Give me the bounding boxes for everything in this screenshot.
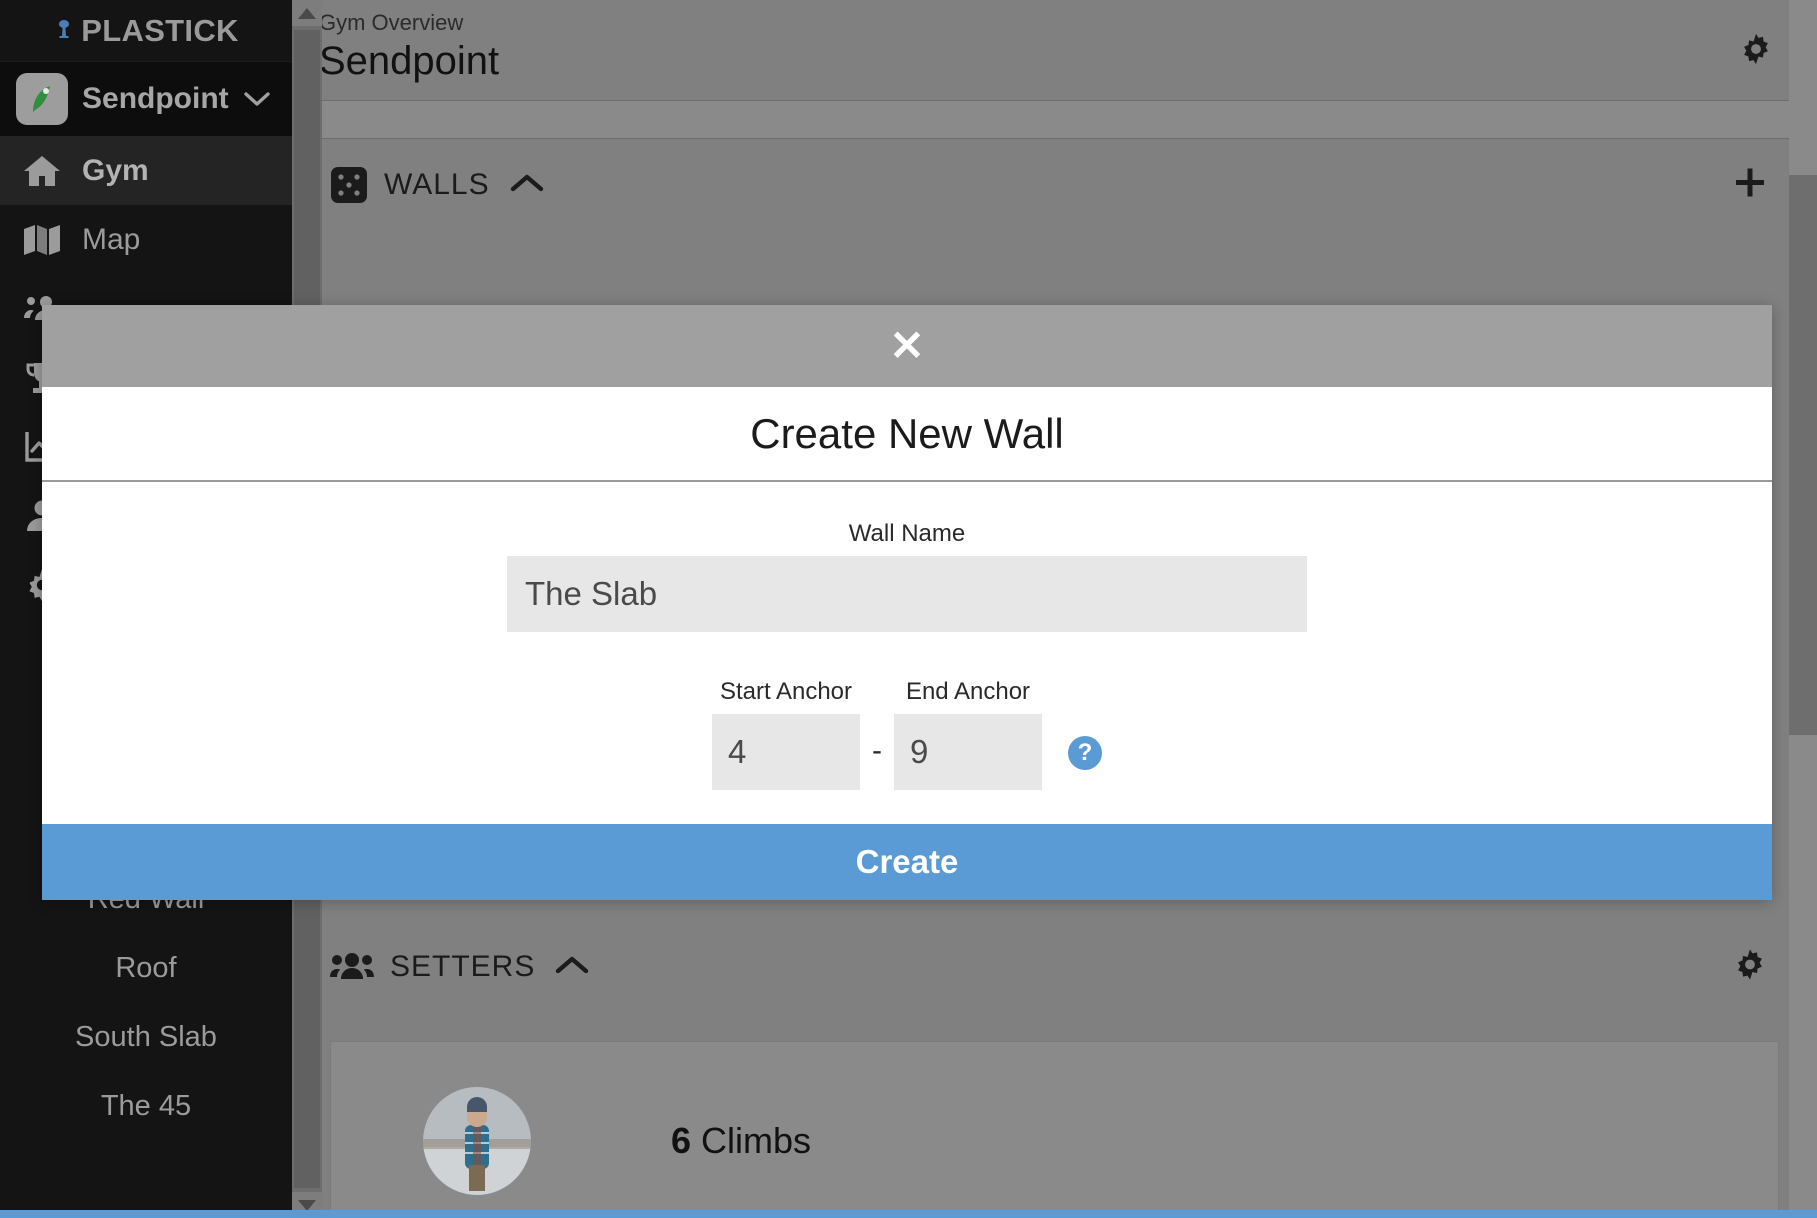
setters-section-header: SETTERS	[308, 921, 1801, 1013]
anchor-row: Start Anchor - End Anchor ?	[42, 678, 1772, 790]
modal-title-bar: Create New Wall	[42, 387, 1772, 482]
page-title: Sendpoint	[319, 39, 500, 83]
walls-section-title: WALLS	[384, 168, 490, 201]
scroll-up-arrow-icon[interactable]	[292, 0, 322, 26]
setter-card[interactable]: 6 Climbs	[330, 1041, 1779, 1218]
anchor-separator: -	[872, 734, 882, 767]
chevron-up-icon[interactable]	[510, 173, 544, 198]
wall-name-label: Wall Name	[848, 520, 966, 547]
modal-body: Wall Name Start Anchor - End Anchor ?	[42, 482, 1772, 824]
sidebar-wall-item[interactable]: Roof	[0, 934, 292, 1003]
setters-settings-gear-icon[interactable]	[1733, 948, 1767, 987]
gym-info-panel	[308, 101, 1801, 139]
start-anchor-input[interactable]	[712, 714, 860, 790]
sidebar-item-map[interactable]: Map	[0, 205, 292, 274]
dice-icon	[330, 166, 368, 204]
end-anchor-label: End Anchor	[905, 678, 1031, 705]
start-anchor-field-group: Start Anchor	[712, 678, 860, 790]
setters-section-title: SETTERS	[390, 950, 536, 983]
end-anchor-input[interactable]	[894, 714, 1042, 790]
create-button[interactable]: Create	[42, 824, 1772, 900]
page-header: Gym Overview Sendpoint	[292, 0, 1817, 101]
home-icon	[12, 153, 72, 189]
sidebar-item-gym[interactable]: Gym	[0, 136, 292, 205]
gym-switcher[interactable]: Sendpoint	[0, 62, 292, 136]
brand: PLASTICK	[0, 0, 292, 62]
bottom-accent-bar	[0, 1210, 1817, 1218]
map-icon	[12, 223, 72, 257]
gym-logo-icon	[16, 73, 68, 125]
brand-name: PLASTICK	[81, 12, 239, 48]
end-anchor-field-group: End Anchor	[894, 678, 1042, 790]
wall-name-input[interactable]	[507, 556, 1307, 632]
scrollbar-thumb[interactable]	[1789, 175, 1817, 735]
add-wall-button[interactable]	[1733, 166, 1767, 205]
climb-count-value: 6	[671, 1120, 692, 1161]
sidebar-item-label: Gym	[82, 153, 149, 187]
modal-header: ✕	[42, 305, 1772, 387]
group-icon	[330, 951, 374, 983]
climbing-hold-icon	[53, 19, 75, 43]
app-root: PLASTICK Sendpoint Gym Map Roof South Sl…	[0, 0, 1817, 1218]
gym-name: Sendpoint	[82, 82, 229, 115]
breadcrumb: Gym Overview	[319, 10, 464, 35]
chevron-up-icon[interactable]	[555, 955, 589, 980]
close-icon[interactable]: ✕	[889, 325, 924, 367]
chevron-down-icon	[244, 91, 270, 107]
page-scrollbar-right[interactable]	[1789, 0, 1817, 1218]
sidebar-wall-item[interactable]: The 45	[0, 1072, 292, 1141]
gear-icon[interactable]	[1739, 32, 1773, 71]
sidebar-wall-item[interactable]: South Slab	[0, 1003, 292, 1072]
avatar	[423, 1087, 531, 1195]
climb-count-unit: Climbs	[701, 1120, 812, 1161]
wall-name-field-group: Wall Name	[42, 520, 1772, 632]
modal-title: Create New Wall	[750, 409, 1064, 457]
create-wall-modal: ✕ Create New Wall Wall Name Start Anchor…	[42, 305, 1772, 900]
question-mark-icon[interactable]: ?	[1068, 736, 1102, 770]
start-anchor-label: Start Anchor	[719, 678, 853, 705]
setter-climb-count: 6 Climbs	[671, 1120, 811, 1162]
walls-section-header: WALLS	[308, 139, 1801, 231]
sidebar-item-label: Map	[82, 222, 141, 256]
